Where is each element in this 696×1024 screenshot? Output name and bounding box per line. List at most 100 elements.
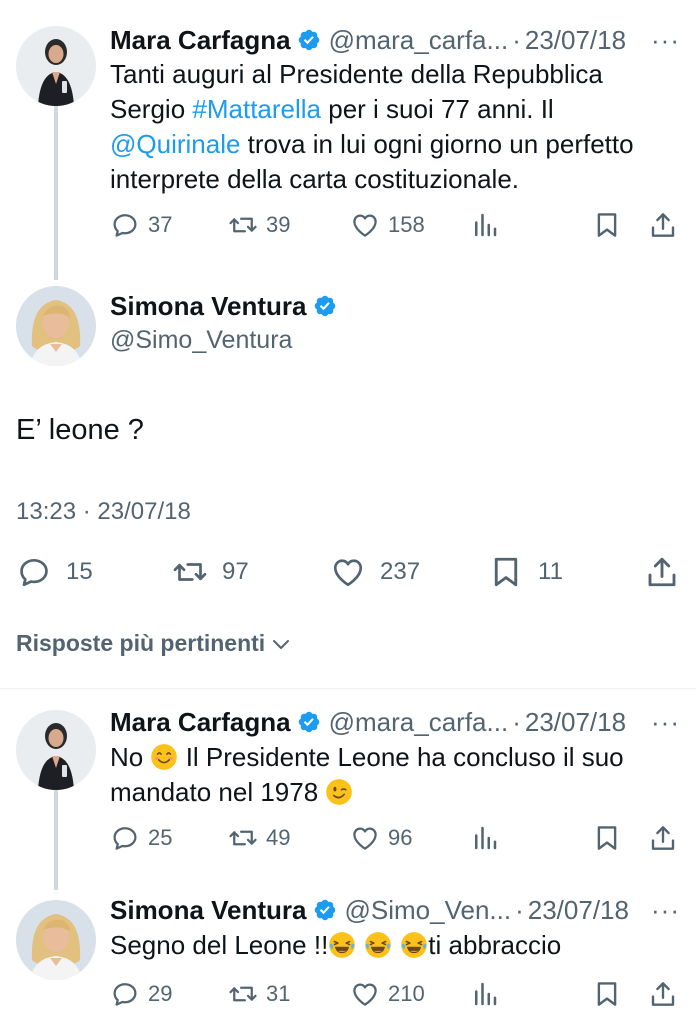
tweet-text: Tanti auguri al Presidente della Repubbl…	[110, 57, 676, 197]
retweet-button[interactable]: 31	[228, 974, 290, 1014]
share-icon	[644, 554, 680, 590]
retweet-count: 31	[266, 981, 291, 1006]
tweet-text-line: @Quirinale trova in lui ogni giorno un p…	[110, 127, 676, 162]
like-button[interactable]: 96	[350, 818, 412, 858]
author-handle[interactable]: @Simo_Ven...	[345, 895, 512, 926]
bookmark-button[interactable]	[592, 974, 630, 1014]
retweet-button[interactable]: 49	[228, 818, 290, 858]
replies-sort-label: Risposte più pertinenti	[16, 630, 266, 656]
views-button[interactable]	[470, 205, 508, 245]
more-options-button[interactable]: ···	[651, 20, 680, 60]
views-button[interactable]	[470, 818, 508, 858]
action-bar: 25 49 96	[110, 818, 680, 858]
like-button[interactable]: 158	[350, 205, 425, 245]
retweet-count: 97	[222, 558, 249, 585]
like-button[interactable]: 237	[330, 550, 420, 594]
retweet-icon	[228, 823, 258, 853]
more-options-button[interactable]: ···	[651, 890, 680, 930]
reply-button[interactable]: 15	[16, 550, 93, 594]
views-chart-icon	[470, 979, 500, 1009]
reply-button[interactable]: 25	[110, 818, 172, 858]
verified-badge-icon	[297, 28, 321, 52]
like-button[interactable]: 210	[350, 974, 425, 1014]
author-name[interactable]: Simona Ventura	[110, 291, 307, 322]
views-button[interactable]	[470, 974, 508, 1014]
reply-tweet[interactable]: Mara Carfagna @mara_carfa... · 23/07/18 …	[0, 690, 696, 890]
author-name[interactable]: Simona Ventura	[110, 895, 307, 926]
winking-face-emoji-icon	[325, 778, 353, 806]
author-handle[interactable]: @Simo_Ventura	[110, 326, 292, 355]
parent-tweet[interactable]: Mara Carfagna @mara_carfa... · 23/07/18 …	[0, 0, 696, 280]
tweet-text: No Il Presidente Leone ha concluso il su…	[110, 740, 676, 810]
bookmark-icon	[592, 979, 622, 1009]
reply-tweet[interactable]: Simona Ventura @Simo_Ven... · 23/07/18 ·…	[0, 890, 696, 1024]
bookmark-icon	[488, 554, 524, 590]
avatar[interactable]	[16, 710, 96, 790]
tweet-date[interactable]: 23/07/18	[525, 25, 626, 56]
bookmark-count: 11	[538, 558, 563, 585]
more-options-button[interactable]: ···	[651, 702, 680, 742]
author-name-row: Simona Ventura	[110, 286, 345, 326]
mention-link[interactable]: @Quirinale	[110, 129, 240, 159]
bookmark-button[interactable]	[592, 205, 630, 245]
text-fragment: Il Presidente Leone ha concluso il suo	[178, 742, 624, 772]
heart-icon	[350, 979, 380, 1009]
main-tweet: Simona Ventura @Simo_Ventura E’ leone ? …	[0, 286, 696, 616]
reply-button[interactable]: 29	[110, 974, 172, 1014]
tweet-date[interactable]: 23/07/18	[528, 895, 629, 926]
reply-icon	[16, 554, 52, 590]
share-icon	[648, 979, 678, 1009]
retweet-button[interactable]: 39	[228, 205, 290, 245]
share-button[interactable]	[644, 550, 680, 594]
avatar[interactable]	[16, 26, 96, 106]
tweet-text-line: Tanti auguri al Presidente della Repubbl…	[110, 59, 603, 89]
avatar[interactable]	[16, 286, 96, 366]
reply-button[interactable]: 37	[110, 205, 172, 245]
reply-icon	[110, 823, 140, 853]
thread-line	[54, 790, 58, 890]
tweet-text-line: mandato nel 1978	[110, 775, 676, 810]
tweet-text: E’ leone ?	[16, 414, 144, 446]
share-button[interactable]	[648, 818, 686, 858]
verified-badge-icon	[297, 710, 321, 734]
tweet-text-line: No Il Presidente Leone ha concluso il su…	[110, 740, 676, 775]
text-fragment: trova in lui ogni giorno un perfetto	[240, 129, 634, 159]
author-handle[interactable]: @mara_carfa...	[329, 707, 509, 738]
bookmark-button[interactable]: 11	[488, 550, 563, 594]
views-chart-icon	[470, 823, 500, 853]
tears-of-joy-emoji-icon	[364, 931, 392, 959]
text-fragment: mandato nel 1978	[110, 777, 326, 807]
text-fragment: per i suoi 77 anni. Il	[321, 94, 554, 124]
like-count: 210	[388, 981, 425, 1006]
share-button[interactable]	[648, 974, 686, 1014]
smiling-face-emoji-icon	[150, 743, 178, 771]
tweet-date[interactable]: 23/07/18	[525, 707, 626, 738]
avatar-simona-image	[16, 286, 96, 366]
text-fragment: No	[110, 742, 151, 772]
heart-icon	[350, 210, 380, 240]
tweet-header: Mara Carfagna @mara_carfa... · 23/07/18 …	[110, 702, 680, 742]
hashtag-link[interactable]: #Mattarella	[192, 94, 321, 124]
text-fragment: Segno del Leone !!	[110, 930, 329, 960]
retweet-button[interactable]: 97	[172, 550, 249, 594]
avatar[interactable]	[16, 900, 96, 980]
author-handle[interactable]: @mara_carfa...	[329, 25, 509, 56]
tweet-text-line: Sergio #Mattarella per i suoi 77 anni. I…	[110, 92, 676, 127]
share-button[interactable]	[648, 205, 686, 245]
tears-of-joy-emoji-icon	[400, 931, 428, 959]
tears-of-joy-emoji-icon	[328, 931, 356, 959]
author-name[interactable]: Mara Carfagna	[110, 707, 291, 738]
share-icon	[648, 210, 678, 240]
like-count: 96	[388, 825, 413, 850]
author-name[interactable]: Mara Carfagna	[110, 25, 291, 56]
bookmark-button[interactable]	[592, 818, 630, 858]
thread-line	[54, 106, 58, 280]
retweet-count: 49	[266, 825, 291, 850]
separator-dot: ·	[512, 24, 521, 55]
replies-sort-dropdown[interactable]: Risposte più pertinenti	[16, 630, 293, 657]
tweet-timestamp[interactable]: 13:23 · 23/07/18	[16, 498, 191, 526]
text-fragment: ti abbraccio	[428, 930, 562, 960]
tweet-header: Simona Ventura @Simo_Ven... · 23/07/18 ·…	[110, 890, 680, 930]
reply-count: 15	[66, 558, 93, 585]
tweet-text-line: interprete della carta costituzionale.	[110, 164, 520, 194]
